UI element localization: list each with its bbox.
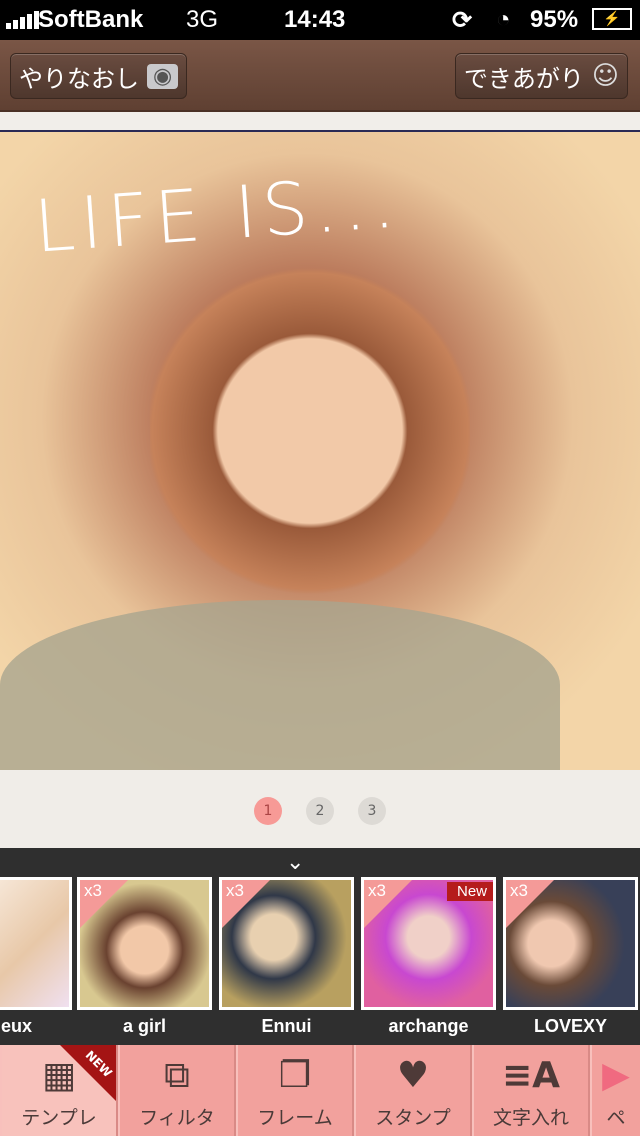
- tab-text[interactable]: ≡A 文字入れ: [472, 1045, 590, 1136]
- smiley-icon: ☺: [591, 61, 619, 91]
- text-icon: ≡A: [501, 1055, 561, 1096]
- tab-label: フレーム: [257, 1107, 333, 1129]
- template-label: archange: [388, 1016, 469, 1036]
- x3-badge: x3: [510, 881, 528, 900]
- tab-label: ペ: [606, 1107, 626, 1129]
- tab-filter[interactable]: ⧉ フィルタ: [118, 1045, 236, 1136]
- template-label: LOVEXY: [533, 1016, 608, 1036]
- network: 3G: [186, 6, 219, 33]
- signal-icon: [6, 11, 39, 29]
- tool-bar: NEW ▦ テンプレ ⧉ フィルタ ❐ フレーム ♥ スタンプ ≡A 文字入れ …: [0, 1045, 640, 1136]
- clock: 14:43: [284, 6, 346, 33]
- tab-stamp[interactable]: ♥ スタンプ: [354, 1045, 472, 1136]
- template-label: a girl: [122, 1016, 166, 1036]
- x3-badge: x3: [84, 881, 102, 900]
- page-dot[interactable]: 1: [254, 797, 282, 825]
- template-thumb[interactable]: x3: [503, 877, 638, 1010]
- tab-template[interactable]: NEW ▦ テンプレ: [0, 1045, 118, 1136]
- x3-badge: x3: [226, 881, 244, 900]
- retake-button[interactable]: やりなおし ◉: [10, 53, 188, 99]
- rotation-lock-icon: ⟳: [452, 7, 473, 34]
- carrier: SoftBank: [38, 6, 144, 33]
- arrow-right-icon: ▶: [602, 1055, 630, 1096]
- tab-frame[interactable]: ❐ フレーム: [236, 1045, 354, 1136]
- pager: 1 2 3: [0, 797, 640, 825]
- filter-star-icon: ⧉: [164, 1055, 190, 1096]
- heart-plus-icon: ♥: [396, 1055, 430, 1096]
- tab-label: 文字入れ: [492, 1107, 569, 1129]
- page-dot[interactable]: 2: [306, 797, 334, 825]
- tab-label: フィルタ: [139, 1107, 215, 1129]
- template-tray: ⌄ eux x3 a girl x3 Ennui x3 New archange …: [0, 848, 640, 1045]
- battery-icon: ⚡: [592, 8, 632, 30]
- template-label: Ennui: [261, 1016, 312, 1036]
- tab-label: テンプレ: [21, 1107, 97, 1129]
- page-dot[interactable]: 3: [358, 797, 386, 825]
- tab-label: スタンプ: [375, 1107, 451, 1129]
- x3-badge: x3: [368, 881, 386, 900]
- status-bar: SoftBank 3G 14:43 ⟳ ◔ 95% ⚡: [0, 0, 640, 40]
- alarm-icon: ◔: [496, 6, 511, 33]
- retake-label: やりなおし: [19, 64, 139, 93]
- nav-bar: やりなおし ◉ できあがり ☺: [0, 40, 640, 112]
- template-thumb[interactable]: [0, 877, 72, 1010]
- pattern-strip: [0, 112, 640, 130]
- portrait-shirt: [0, 600, 560, 770]
- template-thumb[interactable]: x3 New: [361, 877, 496, 1010]
- camera-icon: ◉: [147, 63, 179, 89]
- done-button[interactable]: できあがり ☺: [454, 53, 628, 99]
- collapse-chevron-icon[interactable]: ⌄: [286, 850, 304, 875]
- template-label: eux: [0, 1016, 32, 1036]
- new-badge: New: [446, 882, 493, 901]
- portrait: [150, 222, 470, 602]
- template-thumb[interactable]: x3: [77, 877, 212, 1010]
- template-preview-photo[interactable]: LIFE IS...: [0, 130, 640, 770]
- done-label: できあがり: [463, 64, 584, 93]
- tab-pen[interactable]: ▶ ペ: [590, 1045, 640, 1136]
- template-thumb[interactable]: x3: [219, 877, 354, 1010]
- battery-percent: 95%: [530, 6, 579, 33]
- frame-icon: ❐: [278, 1055, 312, 1096]
